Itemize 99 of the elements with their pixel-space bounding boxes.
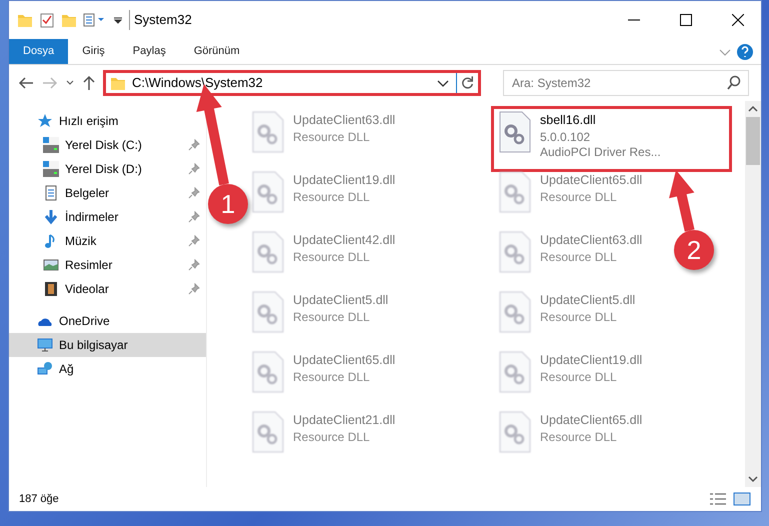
gear-file-icon: [498, 231, 532, 273]
file-detail: Resource DLL: [293, 190, 371, 206]
file-detail: Resource DLL: [293, 310, 371, 326]
pin-icon[interactable]: [188, 259, 200, 271]
download-icon: [43, 209, 59, 225]
sidebar-item[interactable]: OneDrive: [9, 309, 206, 333]
file-detail: Resource DLL: [293, 430, 371, 446]
sidebar-item[interactable]: Yerel Disk (C:): [9, 133, 206, 157]
document-icon: [43, 185, 59, 201]
drive-icon: [43, 161, 59, 177]
file-detail: Resource DLL: [540, 370, 618, 386]
file-detail: Resource DLL: [293, 250, 371, 266]
sidebar-item[interactable]: Hızlı erişim: [9, 109, 206, 133]
file-detail: AudioPCI Driver Res...: [540, 145, 661, 161]
file-item[interactable]: UpdateClient5.dll Resource DLL: [494, 289, 640, 349]
pin-icon[interactable]: [188, 163, 200, 175]
ribbon-tab[interactable]: Paylaş: [118, 39, 180, 64]
file-name: UpdateClient63.dll: [293, 112, 396, 129]
file-name: UpdateClient19.dll: [293, 172, 396, 189]
up-icon[interactable]: [81, 75, 97, 91]
search-box[interactable]: Ara: System32: [503, 70, 749, 96]
file-item[interactable]: UpdateClient19.dll Resource DLL: [494, 349, 646, 409]
item-count: 187 öğe: [19, 492, 59, 507]
ribbon-tab[interactable]: Giriş: [68, 39, 119, 64]
network-icon: [37, 361, 53, 377]
file-detail: Resource DLL: [540, 430, 618, 446]
file-detail: Resource DLL: [540, 310, 618, 326]
drive-icon: [43, 137, 59, 153]
scrollbar-thumb[interactable]: [746, 117, 760, 165]
gear-file-icon: [251, 111, 285, 153]
address-bar[interactable]: C:\Windows\System32: [103, 70, 481, 96]
file-item[interactable]: UpdateClient5.dll Resource DLL: [247, 289, 392, 349]
gear-file-icon: [251, 411, 285, 453]
sidebar-item[interactable]: Belgeler: [9, 181, 206, 205]
folder-icon: [110, 75, 126, 91]
back-icon[interactable]: [17, 75, 35, 91]
file-item[interactable]: UpdateClient63.dll Resource DLL: [494, 229, 646, 289]
gear-file-icon: [498, 111, 532, 153]
window-title: System32: [129, 10, 192, 30]
sidebar-item[interactable]: Müzik: [9, 229, 206, 253]
file-name: UpdateClient19.dll: [540, 352, 642, 369]
sidebar-item[interactable]: Resimler: [9, 253, 206, 277]
gear-file-icon: [498, 411, 532, 453]
gear-file-icon: [251, 171, 285, 213]
address-path: C:\Windows\System32: [132, 74, 264, 92]
gear-file-icon: [498, 291, 532, 333]
picture-icon: [43, 257, 59, 273]
file-item[interactable]: UpdateClient65.dll Resource DLL: [494, 409, 646, 469]
file-item[interactable]: UpdateClient65.dll Resource DLL: [247, 349, 400, 409]
file-detail: Resource DLL: [540, 190, 618, 206]
scroll-down-icon[interactable]: [748, 475, 758, 483]
gear-file-icon: [251, 351, 285, 393]
pin-icon[interactable]: [188, 283, 200, 295]
file-name: sbell16.dll: [540, 112, 597, 129]
search-icon: [726, 75, 742, 91]
file-name: UpdateClient5.dll: [540, 292, 636, 309]
sidebar-item[interactable]: Yerel Disk (D:): [9, 157, 206, 181]
details-view-icon[interactable]: [709, 492, 727, 506]
ribbon-tab[interactable]: Dosya: [9, 39, 68, 64]
sidebar-item[interactable]: Videolar: [9, 277, 206, 301]
pin-icon[interactable]: [188, 139, 200, 151]
gear-file-icon: [498, 171, 532, 213]
file-item[interactable]: UpdateClient65.dll Resource DLL: [494, 169, 646, 229]
file-name: UpdateClient5.dll: [293, 292, 388, 309]
sidebar-item[interactable]: Ağ: [9, 357, 206, 381]
scroll-up-icon[interactable]: [748, 105, 758, 113]
view-menu-icon[interactable]: [83, 12, 107, 28]
star-icon: [37, 113, 53, 129]
large-icons-view-icon[interactable]: [733, 492, 751, 506]
pin-icon[interactable]: [188, 235, 200, 247]
file-item[interactable]: UpdateClient21.dll Resource DLL: [247, 409, 400, 469]
file-name: UpdateClient42.dll: [293, 232, 396, 249]
file-name: UpdateClient21.dll: [293, 412, 396, 429]
maximize-icon: [680, 14, 692, 26]
pin-icon[interactable]: [188, 187, 200, 199]
file-item[interactable]: sbell16.dll 5.0.0.102 AudioPCI Driver Res...: [494, 109, 729, 169]
file-name: UpdateClient65.dll: [540, 172, 642, 189]
pin-icon[interactable]: [188, 211, 200, 223]
callout-arrow: [669, 170, 694, 232]
sidebar-item[interactable]: İndirmeler: [9, 205, 206, 229]
file-name: UpdateClient65.dll: [293, 352, 396, 369]
file-name: UpdateClient65.dll: [540, 412, 642, 429]
file-item[interactable]: UpdateClient42.dll Resource DLL: [247, 229, 400, 289]
file-detail: Resource DLL: [293, 130, 371, 146]
gear-file-icon: [251, 291, 285, 333]
file-detail: Resource DLL: [540, 250, 618, 266]
file-detail: Resource DLL: [293, 370, 371, 386]
file-item[interactable]: UpdateClient19.dll Resource DLL: [247, 169, 400, 229]
file-name: UpdateClient63.dll: [540, 232, 642, 249]
ribbon-tab[interactable]: Görünüm: [180, 39, 254, 64]
close-icon: [732, 14, 744, 26]
monitor-icon: [37, 337, 53, 353]
gear-file-icon: [498, 351, 532, 393]
file-item[interactable]: UpdateClient63.dll Resource DLL: [247, 109, 400, 169]
sidebar-item[interactable]: Bu bilgisayar: [9, 333, 206, 357]
properties-icon[interactable]: [39, 12, 55, 28]
gear-file-icon: [251, 231, 285, 273]
file-detail: 5.0.0.102: [540, 130, 592, 146]
film-icon: [43, 281, 59, 297]
